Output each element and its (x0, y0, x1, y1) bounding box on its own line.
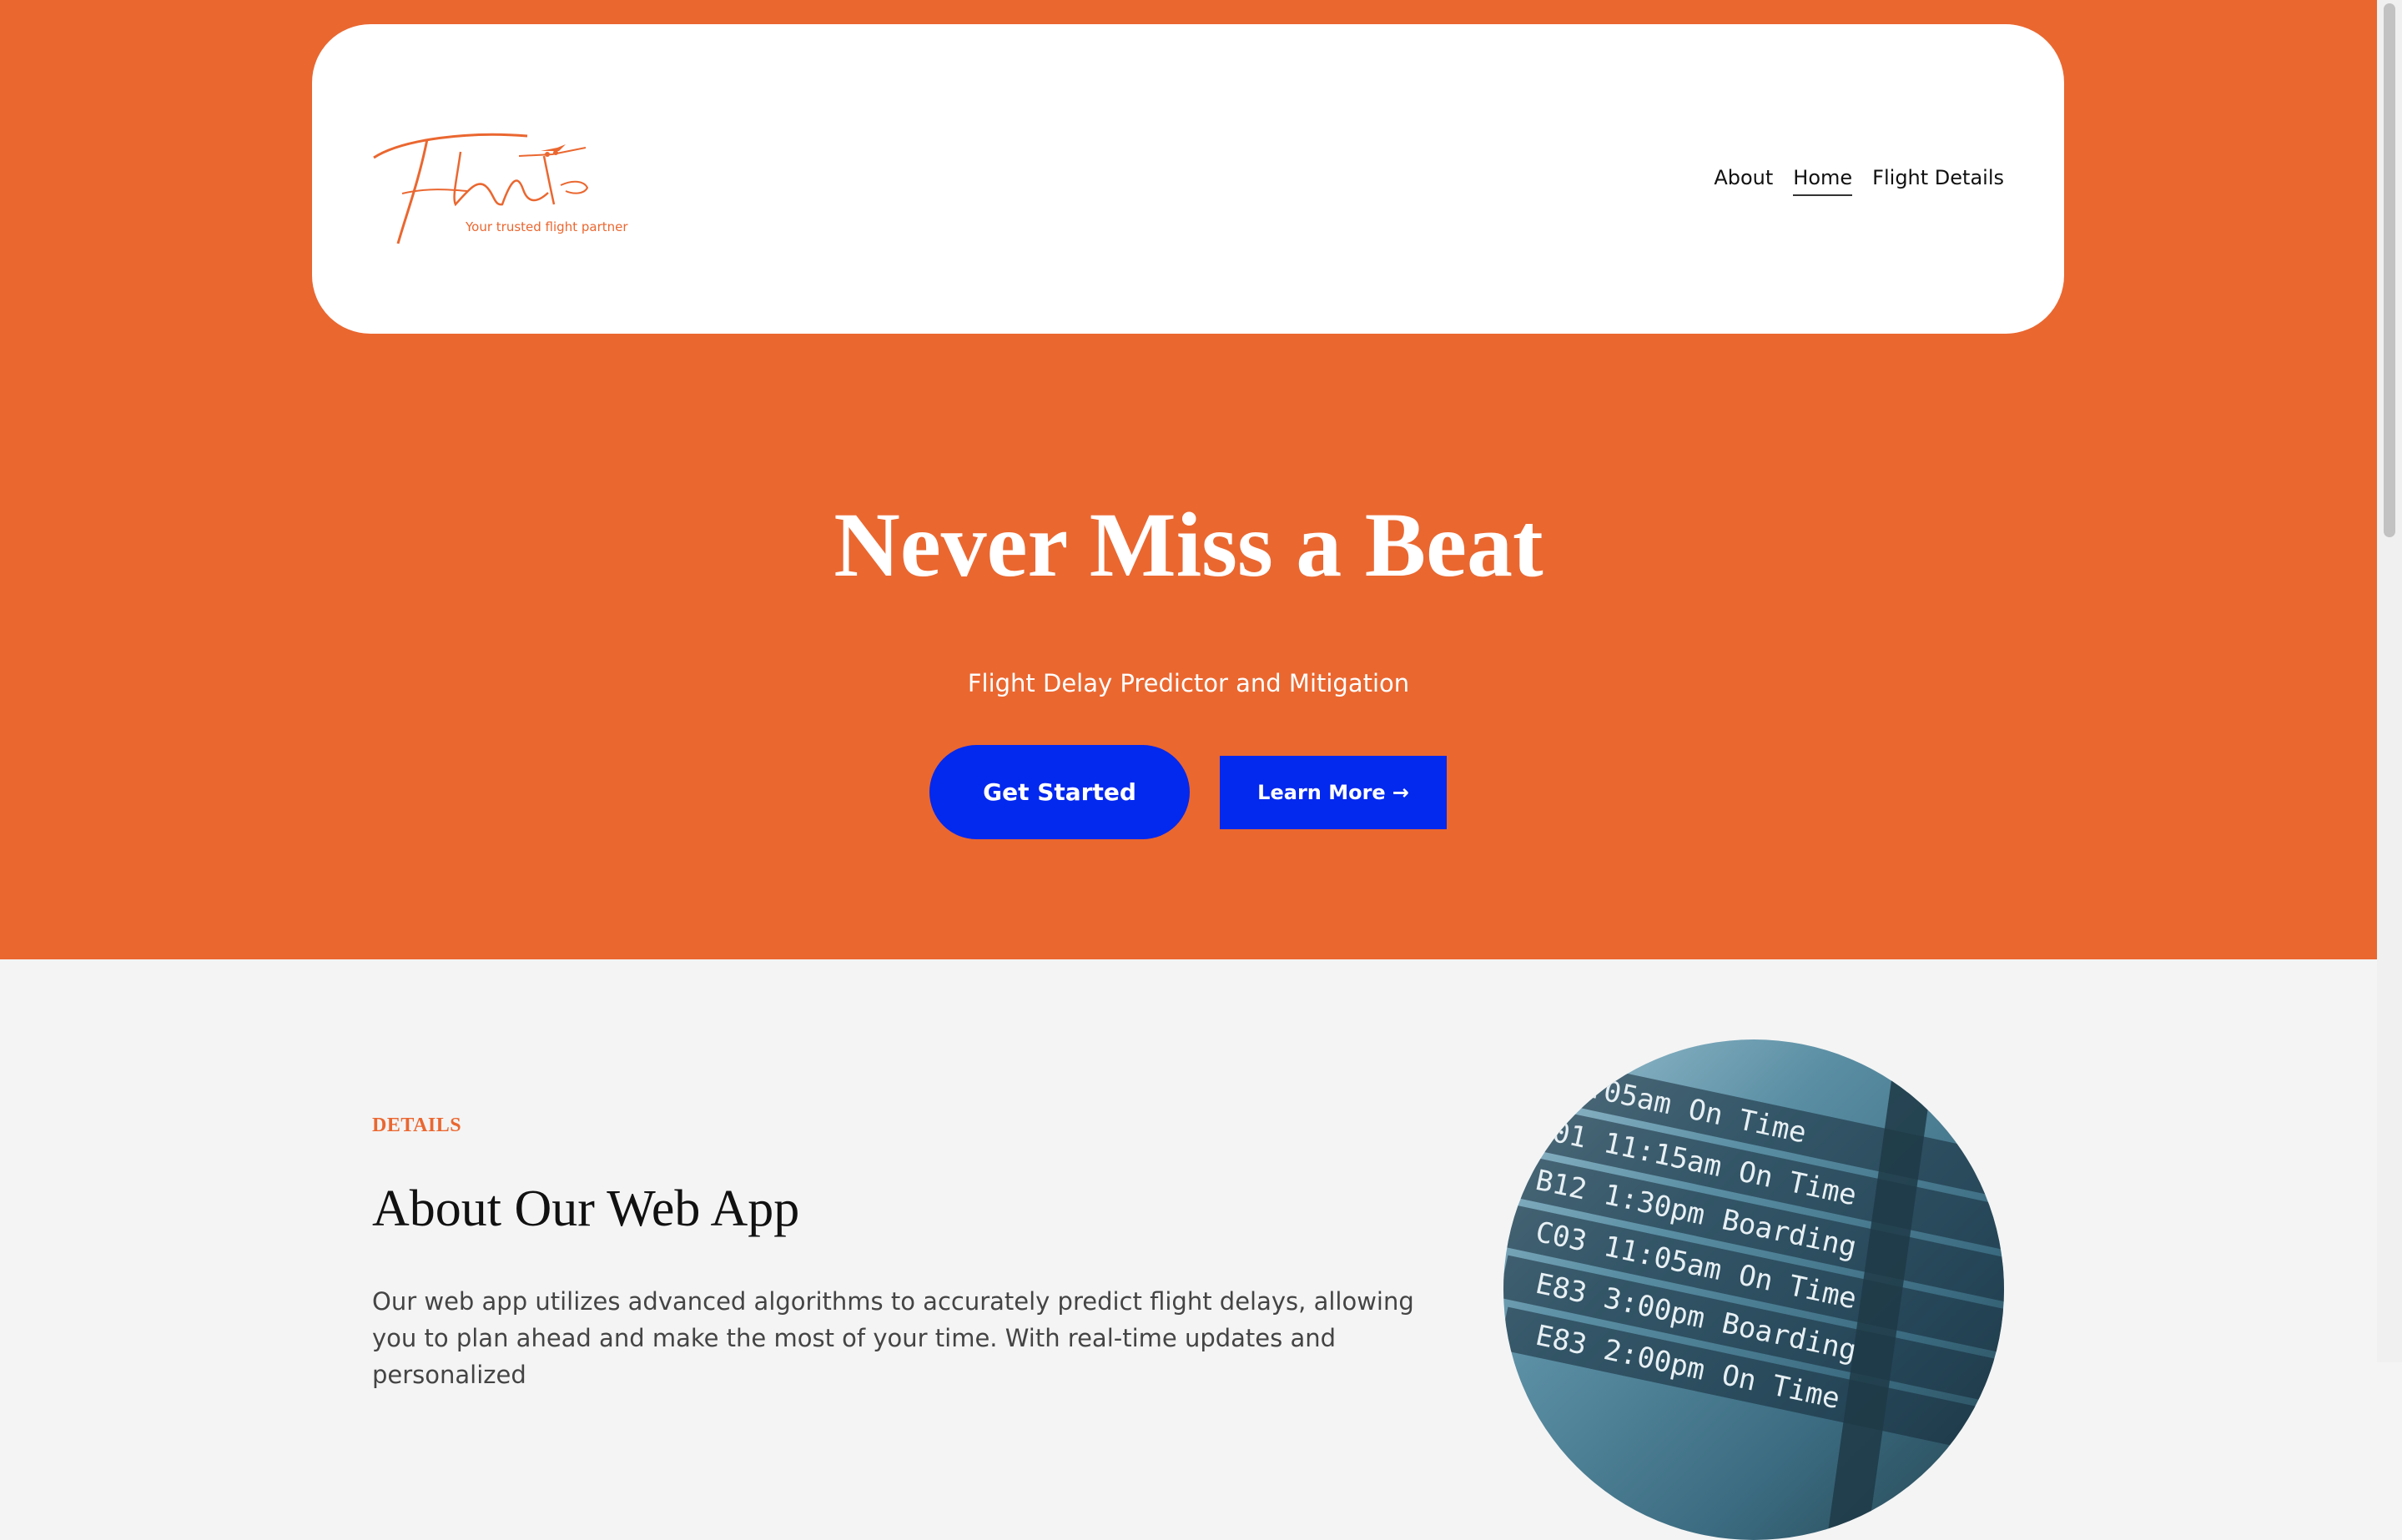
nav-home[interactable]: Home (1793, 166, 1853, 196)
learn-more-button[interactable]: Learn More → (1220, 756, 1447, 829)
vertical-scrollbar[interactable] (2377, 0, 2402, 1362)
board-time: 1:30pm (1600, 1178, 1709, 1232)
flightpro-logo[interactable]: Your trusted flight partner (369, 106, 628, 256)
board-flight: D01 (1532, 1111, 1590, 1155)
board-flight: C03 (1532, 1215, 1590, 1259)
get-started-button[interactable]: Get Started (929, 745, 1190, 839)
scrollbar-thumb[interactable] (2384, 3, 2395, 537)
section-body-text: Our web app utilizes advanced algorithms… (372, 1287, 1414, 1389)
logo-tagline: Your trusted flight partner (466, 219, 628, 234)
board-flight: B12 (1532, 1163, 1590, 1207)
main-nav: About Home Flight Details (1714, 166, 2004, 196)
header-card: Your trusted flight partner About Home F… (312, 24, 2064, 334)
board-time: 3:00pm (1600, 1281, 1709, 1336)
learn-more-label: Learn More (1257, 781, 1386, 804)
board-status: On Time (1719, 1358, 1843, 1417)
hero-section: Your trusted flight partner About Home F… (0, 0, 2377, 959)
section-heading: About Our Web App (372, 1180, 800, 1237)
board-flight: E83 (1532, 1266, 1590, 1311)
departures-board-image: 11:05am On Time D01 11:15am On Time B12 … (1503, 1039, 2004, 1540)
board-time: 2:00pm (1600, 1333, 1709, 1387)
hero-subtitle: Flight Delay Predictor and Mitigation (967, 669, 1410, 697)
arrow-right-icon: → (1392, 781, 1409, 804)
board-flight: E83 (1532, 1318, 1590, 1362)
nav-flight-details[interactable]: Flight Details (1872, 166, 2004, 196)
details-eyebrow: DETAILS (372, 1115, 462, 1136)
hero-title: Never Miss a Beat (833, 494, 1543, 596)
nav-about[interactable]: About (1714, 166, 1773, 196)
